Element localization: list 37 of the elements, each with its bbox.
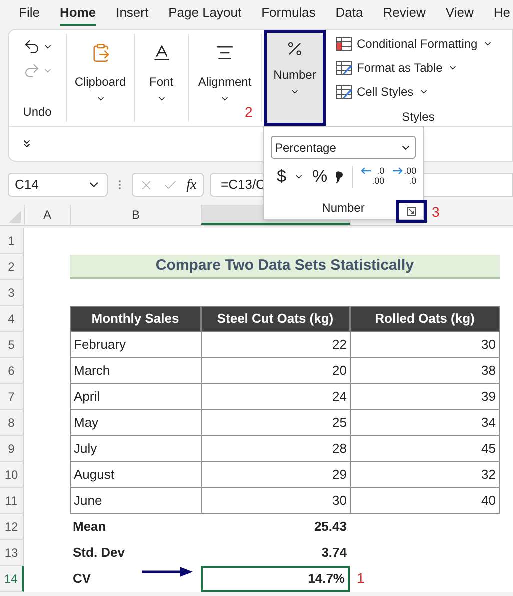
table-cell: 20: [201, 358, 350, 384]
table-cell: May: [70, 410, 201, 436]
table-cell: 25: [201, 410, 350, 436]
stat-label: Std. Dev: [73, 544, 126, 562]
table-cell: 29: [201, 462, 350, 488]
table-cell: July: [70, 436, 201, 462]
step-label: 3: [432, 203, 440, 222]
group-label: Styles: [402, 109, 435, 126]
group-label: Number: [322, 200, 365, 217]
table-cell: 30: [201, 488, 350, 514]
table-cell: 39: [350, 384, 500, 410]
group-label: Undo: [23, 104, 52, 121]
step-label: 2: [245, 103, 253, 122]
table-cell: April: [70, 384, 201, 410]
table-cell: 22: [201, 332, 350, 358]
table-cell: 30: [350, 332, 500, 358]
table-cell: August: [70, 462, 201, 488]
table-cell: 45: [350, 436, 500, 462]
table-cell: 34: [350, 410, 500, 436]
sheet-title: Compare Two Data Sets Statistically: [70, 255, 500, 279]
table-cell: March: [70, 358, 201, 384]
table-header-cell: Rolled Oats (kg): [350, 306, 500, 332]
stat-label: CV: [73, 570, 92, 588]
stat-value: 14.7%: [201, 566, 350, 592]
stat-label: Mean: [73, 518, 106, 536]
table-header-cell: Monthly Sales: [70, 306, 201, 332]
table-cell: 28: [201, 436, 350, 462]
table-cell: 40: [350, 488, 500, 514]
table-cell: June: [70, 488, 201, 514]
table-cell: 24: [201, 384, 350, 410]
table-cell: February: [70, 332, 201, 358]
table-header-cell: Steel Cut Oats (kg): [201, 306, 350, 332]
stat-value: 3.74: [320, 544, 348, 562]
step-label: 1: [357, 569, 365, 588]
table-cell: 38: [350, 358, 500, 384]
stat-value: 25.43: [313, 518, 348, 536]
table-cell: 32: [350, 462, 500, 488]
